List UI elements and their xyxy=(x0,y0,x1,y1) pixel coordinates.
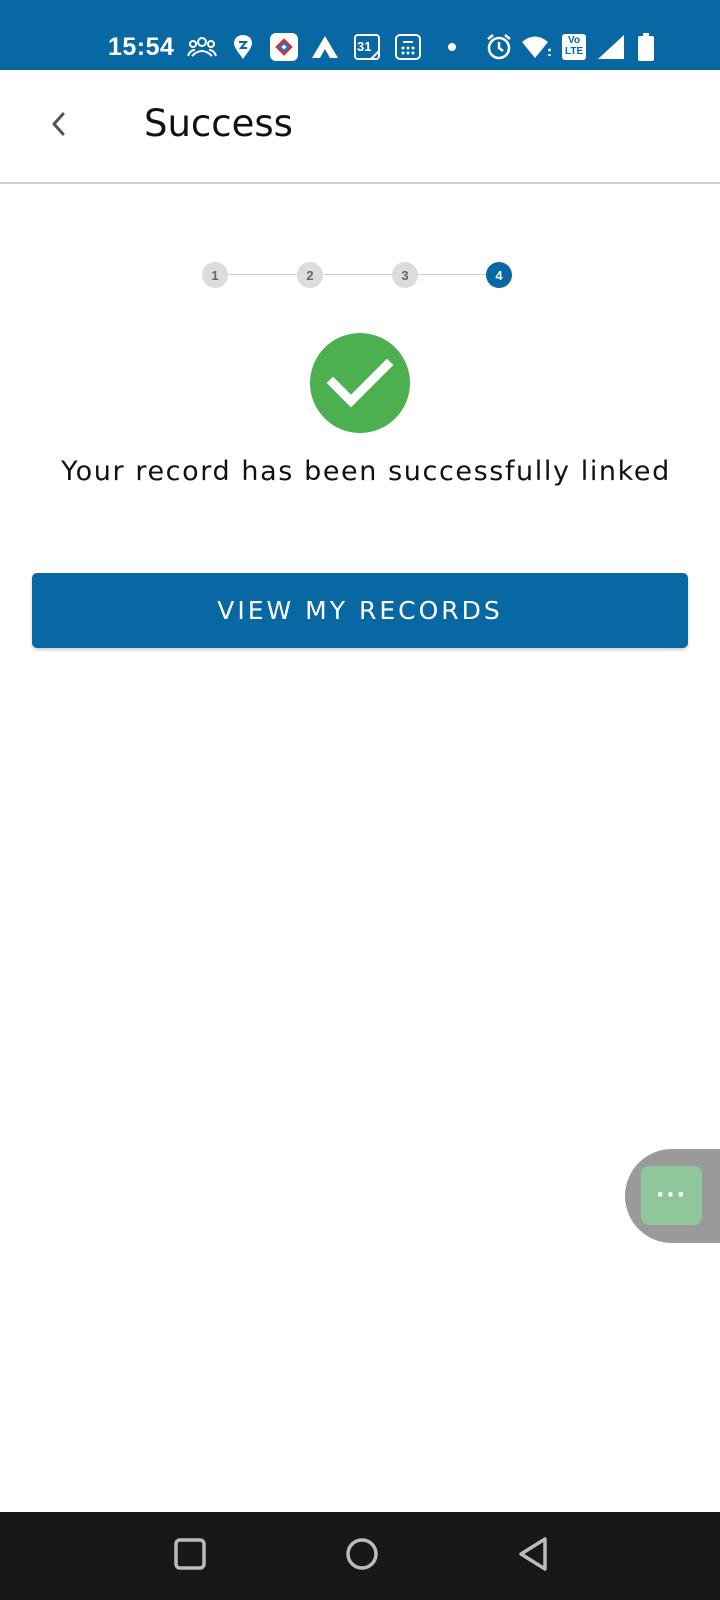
app-icon xyxy=(268,32,300,62)
page-title: Success xyxy=(144,102,293,145)
app-bar: Success xyxy=(0,70,720,184)
step-1: 1 xyxy=(202,262,228,288)
step-connector xyxy=(228,274,297,275)
calendar-day: 31 xyxy=(357,39,372,54)
step-connector xyxy=(323,274,392,275)
recents-button[interactable] xyxy=(168,1534,212,1578)
step-4: 4 xyxy=(486,262,512,288)
back-nav-button[interactable] xyxy=(512,1534,556,1578)
home-button[interactable] xyxy=(340,1534,384,1578)
volte-label-top: Vo xyxy=(568,35,581,46)
alarm-icon xyxy=(484,32,514,62)
success-message: Your record has been successfully linked xyxy=(61,456,671,487)
status-bar: 15:54 31 Vo LTE xyxy=(0,0,720,70)
triangle-back-icon xyxy=(517,1536,551,1576)
step-3: 3 xyxy=(392,262,418,288)
check-circle-icon xyxy=(310,333,410,433)
circle-icon xyxy=(344,1536,380,1576)
wifi-icon xyxy=(520,32,554,62)
view-my-records-button[interactable]: VIEW MY RECORDS xyxy=(32,573,688,648)
progress-stepper: 1 2 3 4 xyxy=(202,262,522,288)
volte-label-bottom: LTE xyxy=(565,46,584,57)
step-connector xyxy=(418,274,486,275)
calculator-icon xyxy=(393,32,423,62)
people-icon xyxy=(186,32,218,62)
dot-icon xyxy=(446,32,458,62)
status-time: 15:54 xyxy=(108,33,175,61)
system-nav-bar xyxy=(0,1512,720,1600)
square-icon xyxy=(173,1537,207,1575)
chevron-left-icon xyxy=(48,110,68,142)
signal-icon xyxy=(596,32,626,62)
axis-icon xyxy=(310,32,340,62)
battery-icon xyxy=(636,32,656,62)
chat-fab[interactable]: ··· xyxy=(625,1149,720,1243)
calendar-icon: 31 xyxy=(352,32,382,62)
step-2: 2 xyxy=(297,262,323,288)
chat-icon[interactable]: ··· xyxy=(641,1166,702,1225)
back-button[interactable] xyxy=(36,104,80,148)
volte-icon: Vo LTE xyxy=(560,32,588,62)
swiggy-icon xyxy=(232,32,254,62)
